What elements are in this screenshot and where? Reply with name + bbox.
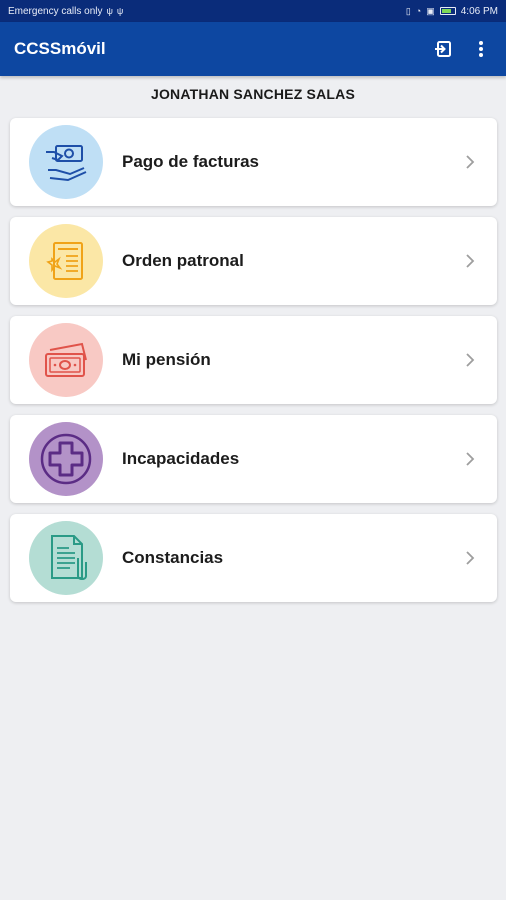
wifi-icon: ◔ [415,5,422,16]
chevron-right-icon [457,446,483,472]
clock: 4:06 PM [460,5,498,17]
document-clip-icon-circle [29,521,103,595]
document-clip-icon [51,535,87,580]
menu-item-label: Orden patronal [122,251,244,270]
menu-item-orden-patronal[interactable]: Orden patronal [10,217,497,305]
usb-debug-icon: ψ [116,5,124,16]
medical-cross-icon-circle [29,422,103,496]
status-right: ▯ ◔ ▣ 4:06 PM [406,6,498,17]
carrier-text: Emergency calls only [8,5,103,17]
app-bar: CCSSmóvil [0,22,506,76]
chevron-right-icon [457,347,483,373]
chevron-right-icon [457,545,483,571]
sim-icon: ▣ [426,5,435,16]
money-bills-icon [45,342,87,377]
document-star-icon [46,242,83,280]
chevron-right-icon [457,149,483,175]
usb-icon: ψ [106,5,113,16]
menu-item-constancias[interactable]: Constancias [10,514,497,602]
more-vert-icon [479,41,483,57]
payment-hand-icon [46,145,87,182]
menu-item-label: Mi pensión [122,350,211,369]
vibrate-icon: ▯ [405,5,411,16]
payment-hand-icon-circle [29,125,103,199]
battery-icon [439,7,456,15]
status-bar: Emergency calls only ψ ψ ▯ ◔ ▣ 4:06 PM [0,0,506,22]
logout-icon [435,41,451,57]
menu-item-label: Constancias [122,548,224,567]
document-star-icon-circle [29,224,103,298]
menu-item-incapacidades[interactable]: Incapacidades [10,415,497,503]
menu-item-label: Incapacidades [122,449,240,468]
money-bills-icon-circle [29,323,103,397]
app-title: CCSSmóvil [14,39,106,58]
menu-item-pago-de-facturas[interactable]: Pago de facturas [10,118,497,206]
medical-cross-icon [40,433,92,485]
logout-button[interactable] [432,38,454,60]
status-left: Emergency calls only ψ ψ [8,6,123,17]
user-name: JONATHAN SANCHEZ SALAS [150,86,356,102]
menu-list: Pago de facturas Orden patronal Mi pensi… [10,118,497,613]
menu-item-mi-pension[interactable]: Mi pensión [10,316,497,404]
chevron-right-icon [457,248,483,274]
menu-item-label: Pago de facturas [122,152,259,171]
overflow-menu-button[interactable] [470,38,492,60]
app-actions [432,38,492,60]
